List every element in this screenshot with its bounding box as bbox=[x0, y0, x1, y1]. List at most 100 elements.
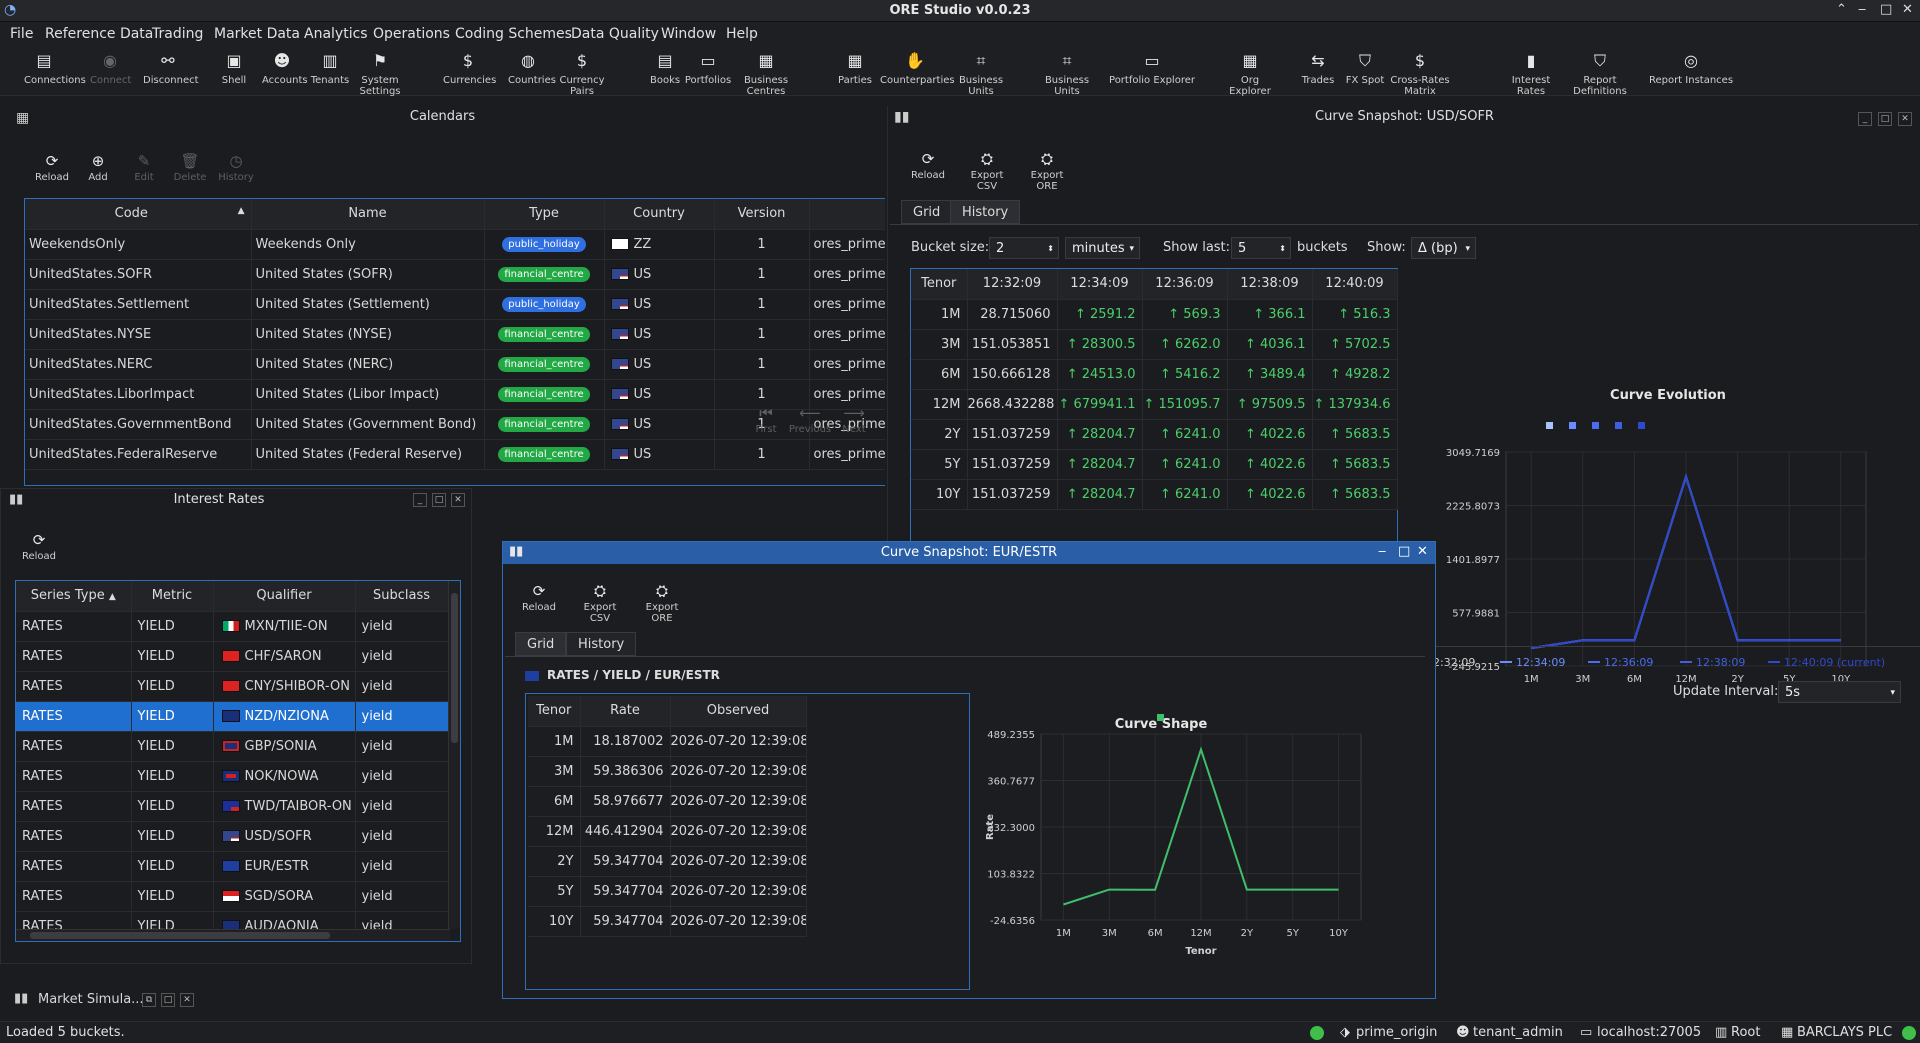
minimize-button[interactable]: ‒ bbox=[1378, 544, 1386, 559]
sofr-reload-button[interactable]: ⟳ Reload bbox=[908, 150, 948, 181]
close-button[interactable]: ✕ bbox=[1902, 2, 1913, 17]
close-button[interactable]: ✕ bbox=[180, 993, 194, 1007]
toolbar-books-button[interactable]: ▤ Books bbox=[650, 50, 680, 86]
pager-previous-button[interactable]: ⟵ Previous bbox=[788, 404, 832, 435]
table-row[interactable]: UnitedStates.SOFR United States (SOFR) fin… bbox=[25, 259, 885, 290]
ir-reload-button[interactable]: ⟳ Reload bbox=[21, 531, 57, 562]
column-code[interactable]: Code ▲ bbox=[25, 199, 252, 230]
pager-first-button[interactable]: ⏮ First bbox=[744, 404, 788, 435]
toolbar-report-instances-button[interactable]: ◎ Report Instances bbox=[1648, 50, 1734, 86]
panel-minimize-button[interactable]: _ bbox=[413, 493, 427, 507]
menu-reference-data[interactable]: Reference Data bbox=[45, 26, 153, 42]
menu-trading[interactable]: Trading bbox=[152, 26, 203, 42]
toolbar-trades-button[interactable]: ⇆ Trades bbox=[1298, 50, 1338, 86]
maximize-button[interactable]: □ bbox=[1880, 2, 1892, 17]
close-button[interactable]: ✕ bbox=[1417, 544, 1428, 559]
maximize-button[interactable]: □ bbox=[161, 993, 175, 1007]
table-row[interactable]: UnitedStates.NYSE United States (NYSE) fin… bbox=[25, 319, 885, 350]
estr-export-ore-button[interactable]: ⛭ Export ORE bbox=[635, 582, 689, 624]
toolbar-disconnect-button[interactable]: ⚯ Disconnect bbox=[143, 50, 199, 86]
table-row[interactable]: 1M 18.187002 2026-07-20 12:39:08 bbox=[528, 726, 807, 757]
sofr-tab-grid[interactable]: Grid bbox=[901, 200, 953, 224]
toolbar-system-settings-button[interactable]: ⚑ System Settings bbox=[345, 50, 415, 97]
column-observed[interactable]: Observed bbox=[670, 696, 807, 727]
toolbar-accounts-button[interactable]: ☻ Accounts bbox=[262, 50, 308, 86]
table-row[interactable]: 1M 28.715060 ↑ 2591.2 ↑ 569.3 ↑ 366.1 ↑ 516.3 bbox=[911, 299, 1398, 330]
toolbar-interest-rates-button[interactable]: ▮ Interest Rates bbox=[1499, 50, 1563, 97]
table-row[interactable]: RATES YIELD SGD/SORA yield bbox=[16, 881, 449, 912]
restore-button[interactable]: ⧉ bbox=[142, 993, 156, 1007]
table-row[interactable]: RATES YIELD CNY/SHIBOR-ON yield bbox=[16, 671, 449, 702]
menu-window[interactable]: Window bbox=[661, 26, 716, 42]
table-row[interactable]: RATES YIELD NZD/NZIONA yield bbox=[16, 701, 449, 732]
column-subclass[interactable]: Subclass bbox=[355, 581, 449, 612]
table-row[interactable]: UnitedStates.NERC United States (NERC) fin… bbox=[25, 349, 885, 380]
show-last-spinner[interactable]: 5 ⬍ bbox=[1231, 237, 1291, 259]
toolbar-report-definitions-button[interactable]: ⛉ Report Definitions bbox=[1557, 50, 1643, 97]
table-row[interactable]: 3M 59.386306 2026-07-20 12:39:08 bbox=[528, 756, 807, 787]
maximize-button[interactable]: □ bbox=[1398, 544, 1410, 559]
toolbar-countries-button[interactable]: ◍ Countries bbox=[508, 50, 556, 86]
sofr-export-csv-button[interactable]: ⛭ Export CSV bbox=[960, 150, 1014, 192]
menu-file[interactable]: File bbox=[10, 26, 33, 42]
toolbar-connect-button[interactable]: ◉ Connect bbox=[90, 50, 131, 86]
panel-minimize-button[interactable]: _ bbox=[1858, 112, 1872, 126]
toolbar-currency-pairs-button[interactable]: $ Currency Pairs bbox=[548, 50, 616, 97]
calendar-delete-button[interactable]: 🗑 Delete bbox=[170, 152, 210, 183]
column-extra[interactable] bbox=[809, 199, 885, 230]
toolbar-portfolios-button[interactable]: ▭ Portfolios bbox=[683, 50, 733, 86]
table-row[interactable]: RATES YIELD MXN/TIIE-ON yield bbox=[16, 611, 449, 642]
toolbar-parties-button[interactable]: ▦ Parties bbox=[832, 50, 878, 86]
table-row[interactable]: 5Y 151.037259 ↑ 28204.7 ↑ 6241.0 ↑ 4022.6 ↑ 5… bbox=[911, 449, 1398, 480]
toolbar-counterparties-button[interactable]: ✋ Counterparties bbox=[880, 50, 955, 86]
estr-tab-grid[interactable]: Grid bbox=[515, 632, 567, 656]
table-row[interactable]: RATES YIELD CHF/SARON yield bbox=[16, 641, 449, 672]
collapse-icon[interactable]: ⌃ bbox=[1836, 2, 1847, 17]
bucket-size-spinner[interactable]: 2 ⬍ bbox=[989, 237, 1059, 259]
menu-operations[interactable]: Operations bbox=[373, 26, 450, 42]
scrollbar-thumb[interactable] bbox=[30, 932, 330, 939]
table-row[interactable]: 6M 150.666128 ↑ 24513.0 ↑ 5416.2 ↑ 3489.4 ↑ 4… bbox=[911, 359, 1398, 390]
calendar-add-button[interactable]: ⊕ Add bbox=[78, 152, 118, 183]
menu-data-quality[interactable]: Data Quality bbox=[571, 26, 659, 42]
table-row[interactable]: 3M 151.053851 ↑ 28300.5 ↑ 6262.0 ↑ 4036.1 ↑ 5… bbox=[911, 329, 1398, 360]
table-row[interactable]: UnitedStates.FederalReserve United States… bbox=[25, 439, 885, 470]
column-bucket-1[interactable]: 12:32:09 bbox=[967, 269, 1058, 300]
panel-maximize-button[interactable]: □ bbox=[1878, 112, 1892, 126]
table-row[interactable]: RATES YIELD TWD/TAIBOR-ON yield bbox=[16, 791, 449, 822]
column-tenor[interactable]: Tenor bbox=[911, 269, 968, 300]
table-row[interactable]: 10Y 59.347704 2026-07-20 12:39:08 bbox=[528, 906, 807, 937]
estr-export-csv-button[interactable]: ⛭ Export CSV bbox=[573, 582, 627, 624]
sofr-tab-history[interactable]: History bbox=[950, 200, 1021, 224]
menu-help[interactable]: Help bbox=[726, 26, 758, 42]
estr-tab-history[interactable]: History bbox=[566, 632, 637, 656]
toolbar-cross-rates-matrix-button[interactable]: $ Cross-Rates Matrix bbox=[1376, 50, 1464, 97]
vertical-scrollbar[interactable] bbox=[448, 581, 460, 929]
estr-reload-button[interactable]: ⟳ Reload bbox=[519, 582, 559, 613]
column-rate[interactable]: Rate bbox=[580, 696, 671, 727]
table-row[interactable]: RATES YIELD USD/SOFR yield bbox=[16, 821, 449, 852]
table-row[interactable]: RATES YIELD NOK/NOWA yield bbox=[16, 761, 449, 792]
market-simulator-minimized[interactable]: ▮▮ Market Simula... ⧉ □ ✕ bbox=[10, 988, 200, 1012]
column-version[interactable]: Version bbox=[714, 199, 810, 230]
column-bucket-2[interactable]: 12:34:09 bbox=[1057, 269, 1143, 300]
update-interval-select[interactable]: 5s ▾ bbox=[1778, 681, 1901, 703]
column-series-type[interactable]: Series Type ▲ bbox=[16, 581, 132, 612]
column-name[interactable]: Name bbox=[251, 199, 485, 230]
toolbar-business-centres-button[interactable]: ▦ Business Centres bbox=[728, 50, 804, 97]
table-row[interactable]: 10Y 151.037259 ↑ 28204.7 ↑ 6241.0 ↑ 4022.6 ↑ … bbox=[911, 479, 1398, 510]
minimize-button[interactable]: ‒ bbox=[1858, 2, 1866, 17]
calendar-edit-button[interactable]: ✎ Edit bbox=[124, 152, 164, 183]
table-row[interactable]: 12M 446.412904 2026-07-20 12:39:08 bbox=[528, 816, 807, 847]
toolbar-business-units-button[interactable]: ⌗ Business Units bbox=[947, 50, 1015, 97]
toolbar-shell-button[interactable]: ▣ Shell bbox=[214, 50, 254, 86]
table-row[interactable]: RATES YIELD GBP/SONIA yield bbox=[16, 731, 449, 762]
table-row[interactable]: 2Y 151.037259 ↑ 28204.7 ↑ 6241.0 ↑ 4022.6 ↑ 5… bbox=[911, 419, 1398, 450]
panel-maximize-button[interactable]: □ bbox=[432, 493, 446, 507]
column-bucket-3[interactable]: 12:36:09 bbox=[1142, 269, 1228, 300]
calendar-history-button[interactable]: ◷ History bbox=[216, 152, 256, 183]
table-row[interactable]: 12M 2668.432288 ↑ 679941.1 ↑ 151095.7 ↑ 9750… bbox=[911, 389, 1398, 420]
show-mode-select[interactable]: Δ (bp) ▾ bbox=[1411, 237, 1476, 259]
table-row[interactable]: 2Y 59.347704 2026-07-20 12:39:08 bbox=[528, 846, 807, 877]
column-bucket-4[interactable]: 12:38:09 bbox=[1227, 269, 1313, 300]
